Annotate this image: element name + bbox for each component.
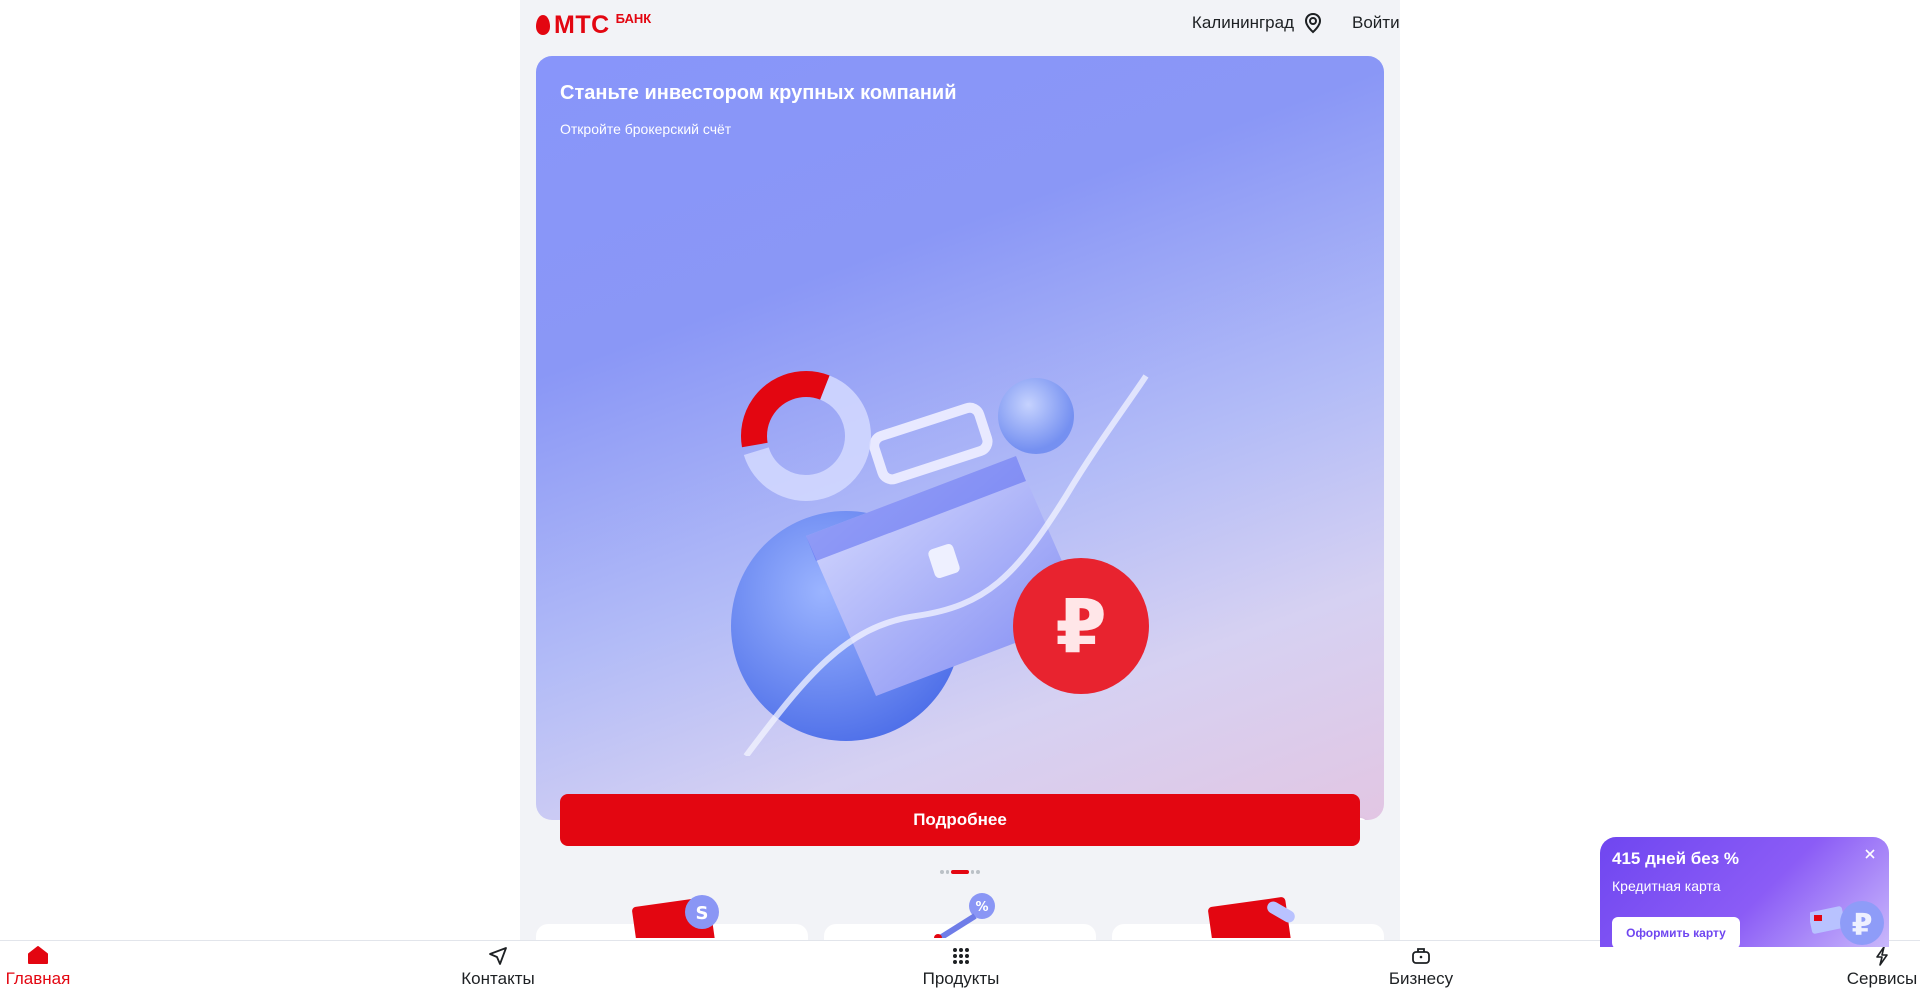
tab-label: Контакты — [461, 969, 535, 988]
carousel-dot[interactable] — [970, 870, 975, 874]
carousel-indicator — [940, 870, 981, 874]
percent-illustration: % — [934, 893, 995, 938]
tab-products[interactable]: Продукты — [920, 941, 1002, 994]
send-icon — [489, 947, 507, 965]
grid-icon — [953, 948, 969, 964]
home-icon — [28, 946, 48, 964]
close-icon[interactable] — [1863, 847, 1877, 861]
login-link[interactable]: Войти — [1352, 13, 1400, 33]
tab-label: Бизнесу — [1388, 969, 1454, 988]
page-column: МТС БАНК Калининград Войти Станьте инвес… — [520, 0, 1400, 993]
tab-label: Сервисы — [1846, 969, 1918, 988]
site-header: МТС БАНК Калининград Войти — [520, 0, 1400, 56]
credit-card-promo-popup[interactable]: 415 дней без % Кредитная карта Оформить … — [1600, 837, 1889, 947]
promo-title: 415 дней без % — [1612, 849, 1740, 868]
banner-title: Станьте инвестором крупных компаний — [560, 82, 957, 104]
product-cards-row: S % — [536, 892, 1384, 954]
svg-text:₽: ₽ — [1852, 908, 1873, 943]
location-pin-icon[interactable] — [1302, 12, 1324, 34]
svg-text:S: S — [696, 903, 709, 924]
tab-business[interactable]: Бизнесу — [1386, 941, 1456, 994]
more-button[interactable]: Подробнее — [560, 794, 1360, 846]
debit-card-illustration — [1208, 897, 1295, 938]
briefcase-icon — [1412, 948, 1430, 964]
promo-carousel-slide: Станьте инвестором крупных компаний Откр… — [536, 56, 1384, 820]
lightning-icon — [1876, 946, 1888, 966]
promo-subtitle: Кредитная карта — [1612, 878, 1721, 894]
logo-wordmark: МТС — [554, 11, 610, 39]
bottom-tab-bar: Главная Контакты Продукты Бизнесу Сервис… — [0, 940, 1920, 993]
tab-home[interactable]: Главная — [6, 941, 70, 994]
svg-text:₽: ₽ — [1055, 584, 1107, 670]
city-selector[interactable]: Калининград — [1192, 13, 1294, 33]
credit-card-illustration: S — [632, 895, 719, 938]
tab-services[interactable]: Сервисы — [1846, 941, 1918, 994]
svg-text:%: % — [975, 900, 988, 915]
apply-card-button[interactable]: Оформить карту — [1612, 917, 1740, 947]
logo-subtitle: БАНК — [615, 11, 652, 26]
logo-egg-icon — [536, 15, 550, 35]
carousel-dot[interactable] — [945, 870, 950, 874]
carousel-dot[interactable] — [976, 870, 981, 874]
briefcase-illustration: ₽ — [731, 371, 1149, 756]
tab-contacts[interactable]: Контакты — [460, 941, 536, 994]
card-ruble-illustration: ₽ — [1810, 901, 1884, 945]
mts-bank-logo[interactable]: МТС БАНК — [535, 12, 651, 38]
banner-subtitle: Откройте брокерский счёт — [560, 121, 732, 137]
tab-label: Продукты — [922, 969, 1000, 988]
tab-label: Главная — [5, 969, 71, 988]
carousel-dot-active[interactable] — [951, 870, 969, 874]
carousel-dot[interactable] — [940, 870, 944, 874]
